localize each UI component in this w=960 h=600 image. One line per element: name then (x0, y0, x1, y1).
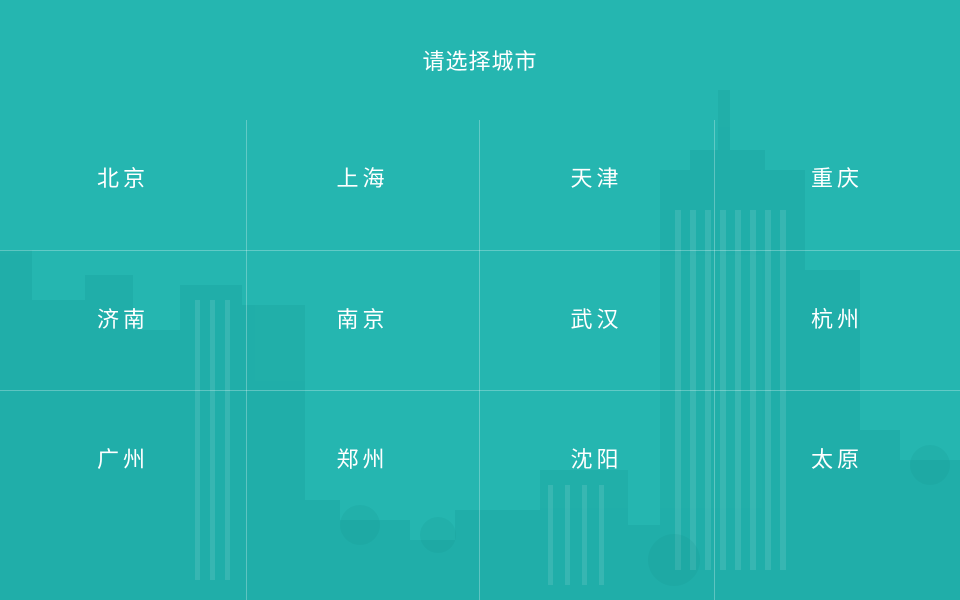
city-zhengzhou-label: 郑州 (336, 448, 389, 473)
city-wuhan-label: 武汉 (570, 307, 623, 333)
city-taiyuan-label: 太原 (810, 448, 863, 473)
city-chongqing[interactable]: 重庆 (714, 110, 960, 250)
city-zhengzhou[interactable]: 郑州 (246, 391, 479, 531)
city-tianjin[interactable]: 天津 (479, 110, 714, 250)
city-guangzhou-label: 广州 (96, 448, 149, 473)
city-jinan[interactable]: 济南 (0, 251, 246, 390)
city-picker-screen: 请选择城市 北京 上海 天津 重庆 济南 南京 武汉 杭州 广州 郑州 沈阳 太… (0, 0, 960, 600)
city-beijing-label: 北京 (96, 167, 149, 192)
city-shanghai[interactable]: 上海 (246, 110, 479, 250)
city-nanjing-label: 南京 (336, 307, 389, 333)
city-shenyang[interactable]: 沈阳 (479, 391, 714, 531)
page-title: 请选择城市 (422, 50, 538, 75)
city-shanghai-label: 上海 (336, 167, 389, 192)
city-taiyuan[interactable]: 太原 (714, 391, 960, 531)
city-nanjing[interactable]: 南京 (246, 251, 479, 390)
city-hangzhou-label: 杭州 (810, 307, 863, 333)
city-wuhan[interactable]: 武汉 (479, 251, 714, 390)
city-jinan-label: 济南 (96, 307, 149, 333)
city-tianjin-label: 天津 (570, 167, 623, 192)
city-guangzhou[interactable]: 广州 (0, 391, 246, 531)
city-shenyang-label: 沈阳 (570, 448, 623, 473)
city-chongqing-label: 重庆 (810, 167, 863, 192)
city-beijing[interactable]: 北京 (0, 110, 246, 250)
city-hangzhou[interactable]: 杭州 (714, 251, 960, 390)
